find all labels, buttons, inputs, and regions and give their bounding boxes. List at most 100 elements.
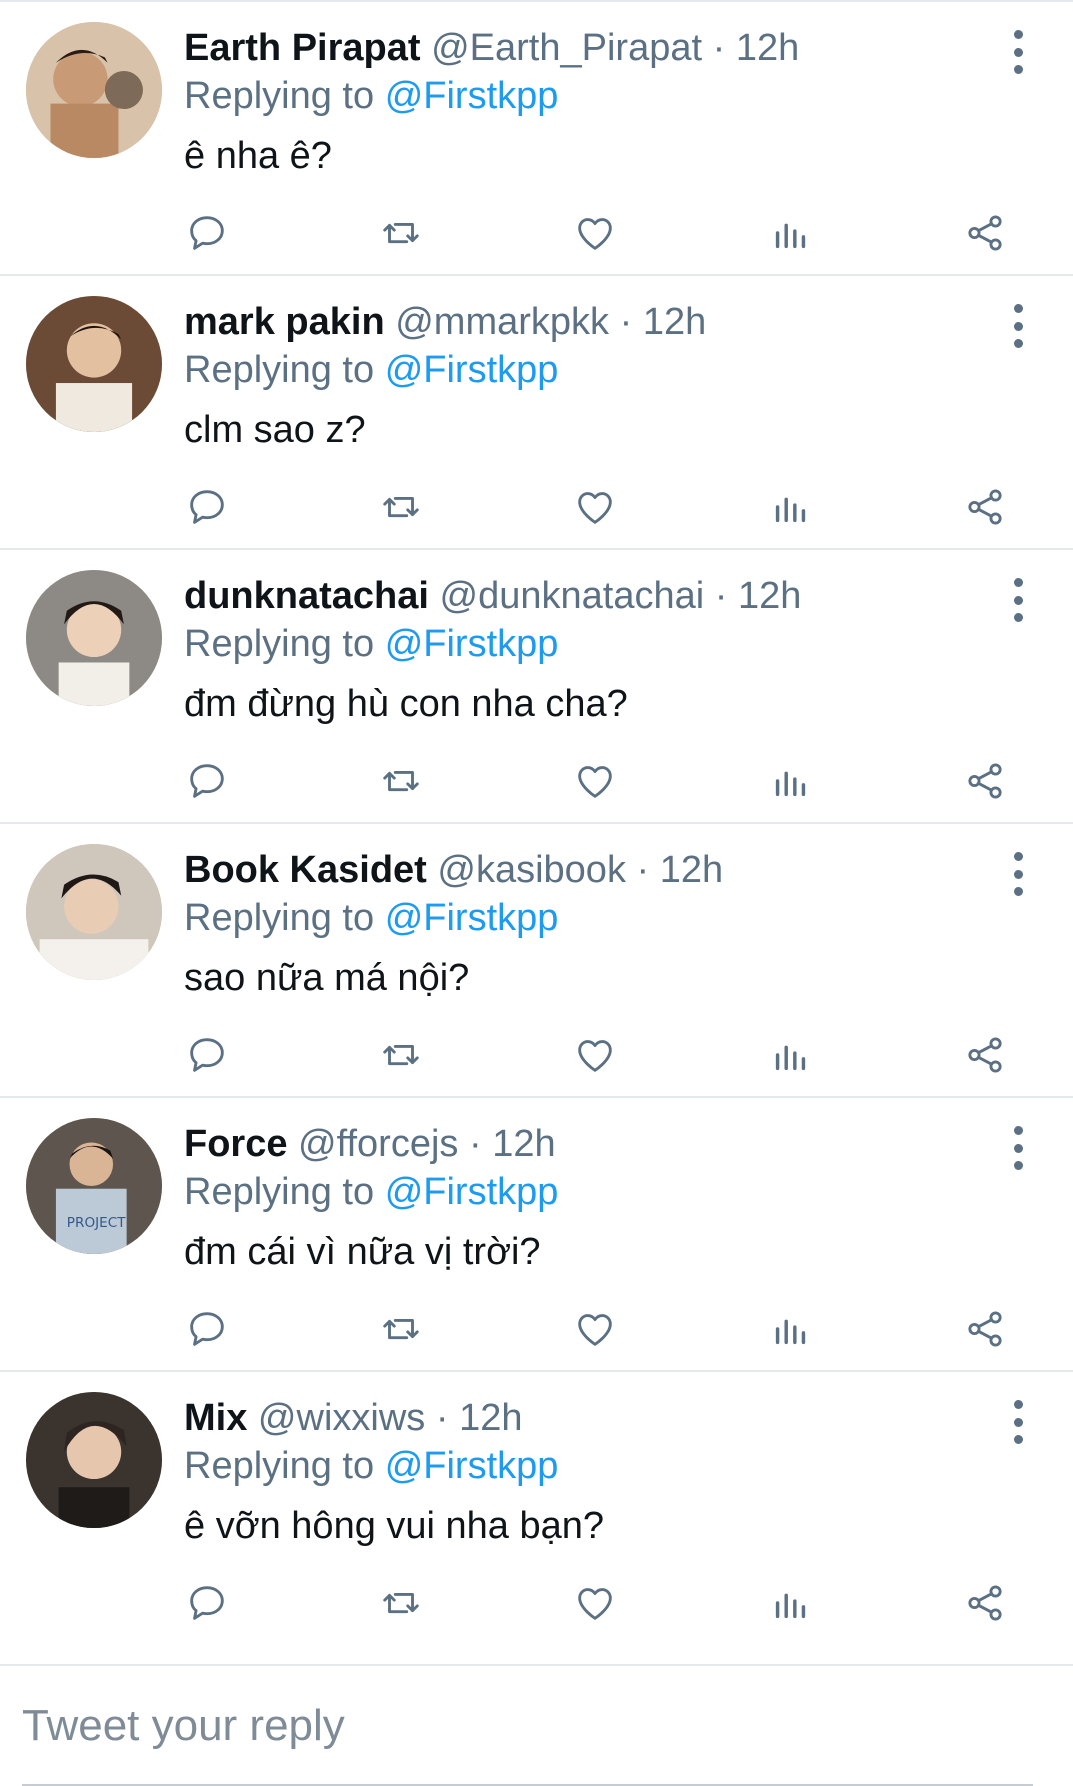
author-name[interactable]: Force <box>184 1123 287 1165</box>
tweet-header: mark pakin @mmarkpkk · 12h <box>184 298 953 346</box>
retweet-icon[interactable] <box>378 1306 424 1352</box>
separator-dot: · <box>619 301 633 343</box>
timestamp[interactable]: 12h <box>660 849 723 891</box>
timestamp[interactable]: 12h <box>738 575 801 617</box>
author-name[interactable]: mark pakin <box>184 301 385 343</box>
more-icon[interactable] <box>1003 852 1033 896</box>
share-icon[interactable] <box>962 1580 1008 1626</box>
separator-dot: · <box>435 1397 449 1439</box>
share-icon[interactable] <box>962 210 1008 256</box>
reply-icon[interactable] <box>184 484 230 530</box>
tweet-text: đm cái vì nữa vị trời? <box>184 1231 541 1273</box>
author-name[interactable]: dunknatachai <box>184 575 429 617</box>
retweet-icon[interactable] <box>378 484 424 530</box>
timestamp[interactable]: 12h <box>643 301 706 343</box>
tweet[interactable]: mark pakin @mmarkpkk · 12h Replying to @… <box>0 274 1073 548</box>
avatar[interactable] <box>26 296 162 432</box>
analytics-icon[interactable] <box>768 758 814 804</box>
action-bar <box>184 210 1024 256</box>
mention-link[interactable]: @Firstkpp <box>385 75 559 117</box>
tweet[interactable]: dunknatachai @dunknatachai · 12h Replyin… <box>0 548 1073 822</box>
avatar[interactable] <box>26 570 162 706</box>
replying-to: Replying to @Firstkpp <box>184 894 558 942</box>
retweet-icon[interactable] <box>378 1580 424 1626</box>
tweet[interactable]: Mix @wixxiws · 12h Replying to @Firstkpp… <box>0 1370 1073 1644</box>
tweet-text: ê nha ê? <box>184 135 332 177</box>
tweet-header: Book Kasidet @kasibook · 12h <box>184 846 953 894</box>
analytics-icon[interactable] <box>768 210 814 256</box>
reply-feed: Earth Pirapat @Earth_Pirapat · 12h Reply… <box>0 0 1073 1644</box>
replying-to-label: Replying to <box>184 1445 375 1487</box>
author-name[interactable]: Earth Pirapat <box>184 27 421 69</box>
tweet[interactable]: Book Kasidet @kasibook · 12h Replying to… <box>0 822 1073 1096</box>
author-handle[interactable]: @mmarkpkk <box>395 301 609 343</box>
replying-to-label: Replying to <box>184 75 375 117</box>
avatar[interactable] <box>26 844 162 980</box>
author-handle[interactable]: @Earth_Pirapat <box>431 27 702 69</box>
reply-icon[interactable] <box>184 1580 230 1626</box>
author-name[interactable]: Mix <box>184 1397 247 1439</box>
reply-input[interactable] <box>22 1696 1022 1756</box>
more-icon[interactable] <box>1003 304 1033 348</box>
replying-to-label: Replying to <box>184 1171 375 1213</box>
like-icon[interactable] <box>572 1580 618 1626</box>
tweet-header: Earth Pirapat @Earth_Pirapat · 12h <box>184 24 953 72</box>
mention-link[interactable]: @Firstkpp <box>385 623 559 665</box>
tweet-text: đm đừng hù con nha cha? <box>184 683 628 725</box>
author-handle[interactable]: @kasibook <box>437 849 626 891</box>
avatar[interactable]: PROJECT <box>26 1118 162 1254</box>
analytics-icon[interactable] <box>768 1032 814 1078</box>
replying-to: Replying to @Firstkpp <box>184 72 558 120</box>
separator-dot: · <box>468 1123 482 1165</box>
analytics-icon[interactable] <box>768 1580 814 1626</box>
mention-link[interactable]: @Firstkpp <box>385 897 559 939</box>
action-bar <box>184 1580 1024 1626</box>
timestamp[interactable]: 12h <box>459 1397 522 1439</box>
like-icon[interactable] <box>572 484 618 530</box>
author-handle[interactable]: @wixxiws <box>258 1397 425 1439</box>
replying-to-label: Replying to <box>184 897 375 939</box>
action-bar <box>184 758 1024 804</box>
reply-composer <box>0 1664 1073 1786</box>
share-icon[interactable] <box>962 1032 1008 1078</box>
reply-icon[interactable] <box>184 1306 230 1352</box>
more-icon[interactable] <box>1003 1400 1033 1444</box>
like-icon[interactable] <box>572 1306 618 1352</box>
like-icon[interactable] <box>572 758 618 804</box>
mention-link[interactable]: @Firstkpp <box>385 1171 559 1213</box>
reply-icon[interactable] <box>184 210 230 256</box>
retweet-icon[interactable] <box>378 1032 424 1078</box>
avatar[interactable] <box>26 22 162 158</box>
mention-link[interactable]: @Firstkpp <box>385 1445 559 1487</box>
share-icon[interactable] <box>962 758 1008 804</box>
author-handle[interactable]: @fforcejs <box>298 1123 458 1165</box>
tweet-text: clm sao z? <box>184 409 366 451</box>
action-bar <box>184 484 1024 530</box>
mention-link[interactable]: @Firstkpp <box>385 349 559 391</box>
reply-icon[interactable] <box>184 758 230 804</box>
like-icon[interactable] <box>572 1032 618 1078</box>
like-icon[interactable] <box>572 210 618 256</box>
share-icon[interactable] <box>962 1306 1008 1352</box>
replying-to: Replying to @Firstkpp <box>184 1442 558 1490</box>
analytics-icon[interactable] <box>768 1306 814 1352</box>
svg-text:PROJECT: PROJECT <box>67 1215 126 1231</box>
avatar[interactable] <box>26 1392 162 1528</box>
action-bar <box>184 1306 1024 1352</box>
tweet[interactable]: Earth Pirapat @Earth_Pirapat · 12h Reply… <box>0 0 1073 274</box>
retweet-icon[interactable] <box>378 758 424 804</box>
analytics-icon[interactable] <box>768 484 814 530</box>
timestamp[interactable]: 12h <box>736 27 799 69</box>
author-name[interactable]: Book Kasidet <box>184 849 427 891</box>
replying-to: Replying to @Firstkpp <box>184 346 558 394</box>
share-icon[interactable] <box>962 484 1008 530</box>
author-handle[interactable]: @dunknatachai <box>440 575 705 617</box>
tweet[interactable]: PROJECT Force @fforcejs · 12h Replying t… <box>0 1096 1073 1370</box>
more-icon[interactable] <box>1003 578 1033 622</box>
retweet-icon[interactable] <box>378 210 424 256</box>
more-icon[interactable] <box>1003 1126 1033 1170</box>
timestamp[interactable]: 12h <box>492 1123 555 1165</box>
tweet-header: dunknatachai @dunknatachai · 12h <box>184 572 953 620</box>
reply-icon[interactable] <box>184 1032 230 1078</box>
more-icon[interactable] <box>1003 30 1033 74</box>
